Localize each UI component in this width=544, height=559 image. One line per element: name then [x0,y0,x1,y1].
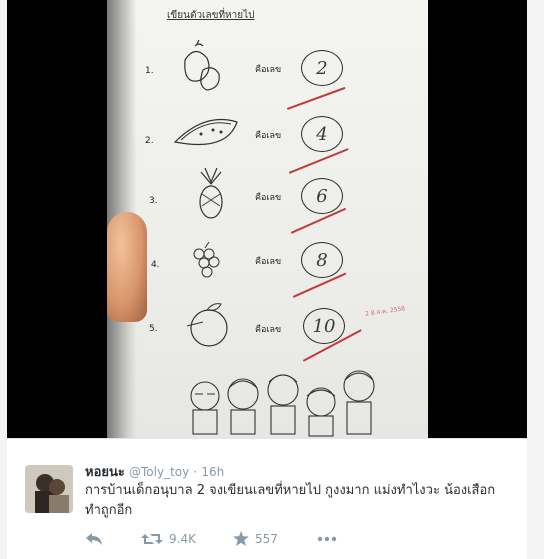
tweet-text-line: ทำถูกอีก [85,503,133,518]
row-number: 2. [145,136,154,146]
favorite-count: 557 [255,531,278,546]
answer-circle: 4 [301,116,343,152]
answer-value: 10 [312,315,336,337]
avatar-photo [25,465,73,513]
worksheet-heading: เขียนตัวเลขที่หายไป [167,10,255,21]
tweet-actions: 9.4K 557 [85,531,337,546]
row-number: 5. [149,324,158,334]
answer-keyword: คือเลข [255,131,282,141]
answer-keyword: คือเลข [255,193,282,203]
favorite-button[interactable]: 557 [233,531,317,546]
watermelon-drawing [173,118,238,146]
date-stamp: 2 8 ส.ค. 2558 [364,305,406,318]
tweet-text: การบ้านเด็กอนุบาล 2 จงเขียนเลขที่หายไป ก… [85,481,515,521]
more-button[interactable] [317,536,337,542]
answer-keyword: คือเลข [255,325,282,335]
answer-circle: 6 [301,178,343,214]
check-mark [286,86,346,110]
pineapple-drawing [199,167,223,219]
answer-circle: 8 [301,242,343,278]
mango-drawing [184,40,220,91]
answer-value: 8 [316,249,328,271]
row-number: 1. [145,66,154,76]
answer-value: 4 [316,123,328,145]
answer-circle: 2 [301,50,343,86]
grapes-drawing [193,241,220,278]
answer-value: 2 [316,57,328,79]
orange-drawing [186,303,228,347]
tweet-header: หอยนะ @Toly_toy · 16h [85,461,224,482]
tweet-card: หอยนะ @Toly_toy · 16h การบ้านเด็กอนุบาล … [7,438,527,559]
tweet-time[interactable]: 16h [201,465,224,479]
tweet-text-line: การบ้านเด็กอนุบาล 2 จงเขียนเลขที่หายไป ก… [85,483,496,498]
separator: · [193,465,198,479]
retweet-count: 9.4K [169,531,196,546]
check-mark [288,148,349,174]
reply-button[interactable] [85,532,141,546]
avatar[interactable] [25,465,73,513]
answer-circle: 10 [303,308,345,344]
row-number: 4. [151,260,160,270]
finger [107,212,147,322]
star-icon [233,531,249,546]
cartoon-kids-drawing [190,370,375,437]
retweet-icon [141,533,163,544]
answer-keyword: คือเลข [255,257,282,267]
tweet-photo[interactable]: เขียนตัวเลขที่หายไป 1. คือเลข 2 2. คือเล… [107,0,428,440]
more-icon [317,536,337,541]
answer-keyword: คือเลข [255,65,282,75]
media-lightbox: เขียนตัวเลขที่หายไป 1. คือเลข 2 2. คือเล… [7,0,527,559]
row-number: 3. [149,196,158,206]
user-handle[interactable]: @Toly_toy [129,465,189,479]
reply-icon [86,532,102,545]
answer-value: 6 [316,185,328,207]
display-name[interactable]: หอยนะ [85,465,125,480]
retweet-button[interactable]: 9.4K [141,532,233,546]
